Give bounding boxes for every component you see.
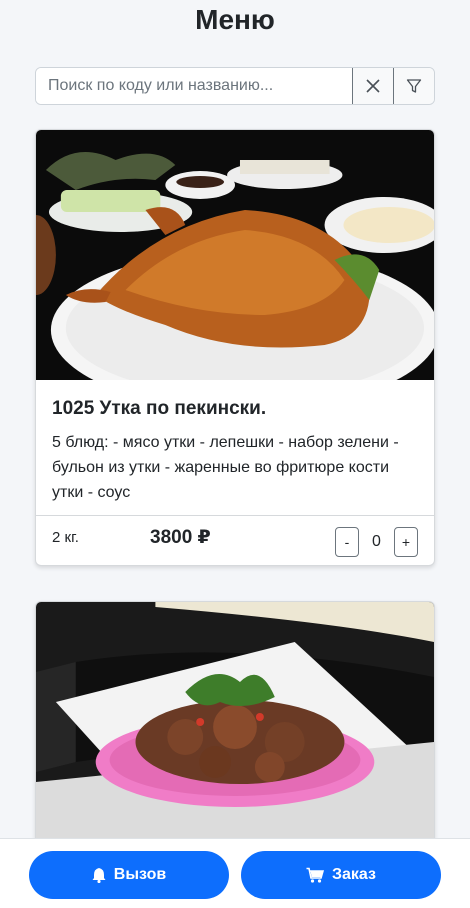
order-button[interactable]: Заказ [241,851,441,899]
call-button-label: Вызов [113,866,167,883]
item-description: 5 блюд: - мясо утки - лепешки - набор зе… [52,434,399,501]
bottom-action-bar: Вызов Заказ [0,838,470,908]
filter-button[interactable] [393,68,434,104]
page-title: Меню [195,4,275,35]
decrease-quantity-button[interactable]: - [335,526,359,557]
peking-duck-photo [36,130,434,380]
menu-item-card: 1025 Утка по пекински. 5 блюд: - мясо ут… [35,129,435,566]
item-footer: 2 кг. 3800 ₽ - 0 + [36,515,434,565]
item-title: 1025 Утка по пекински. [52,398,267,419]
close-icon [366,79,380,93]
bell-icon [92,868,106,883]
menu-item-card [35,601,435,861]
quantity-value: 0 [372,532,381,550]
call-waiter-button[interactable]: Вызов [29,851,229,899]
clear-search-button[interactable] [352,68,393,104]
increase-quantity-button[interactable]: + [394,526,418,557]
quantity-stepper: - 0 + [335,526,418,557]
search-group [35,67,435,105]
filter-icon [406,79,422,93]
order-button-label: Заказ [332,866,376,883]
cart-icon [306,867,324,883]
item-price: 3800 ₽ [150,527,211,548]
fried-chicken-plate-photo [36,602,434,852]
item-weight: 2 кг. [52,529,79,546]
search-input[interactable] [36,68,352,104]
